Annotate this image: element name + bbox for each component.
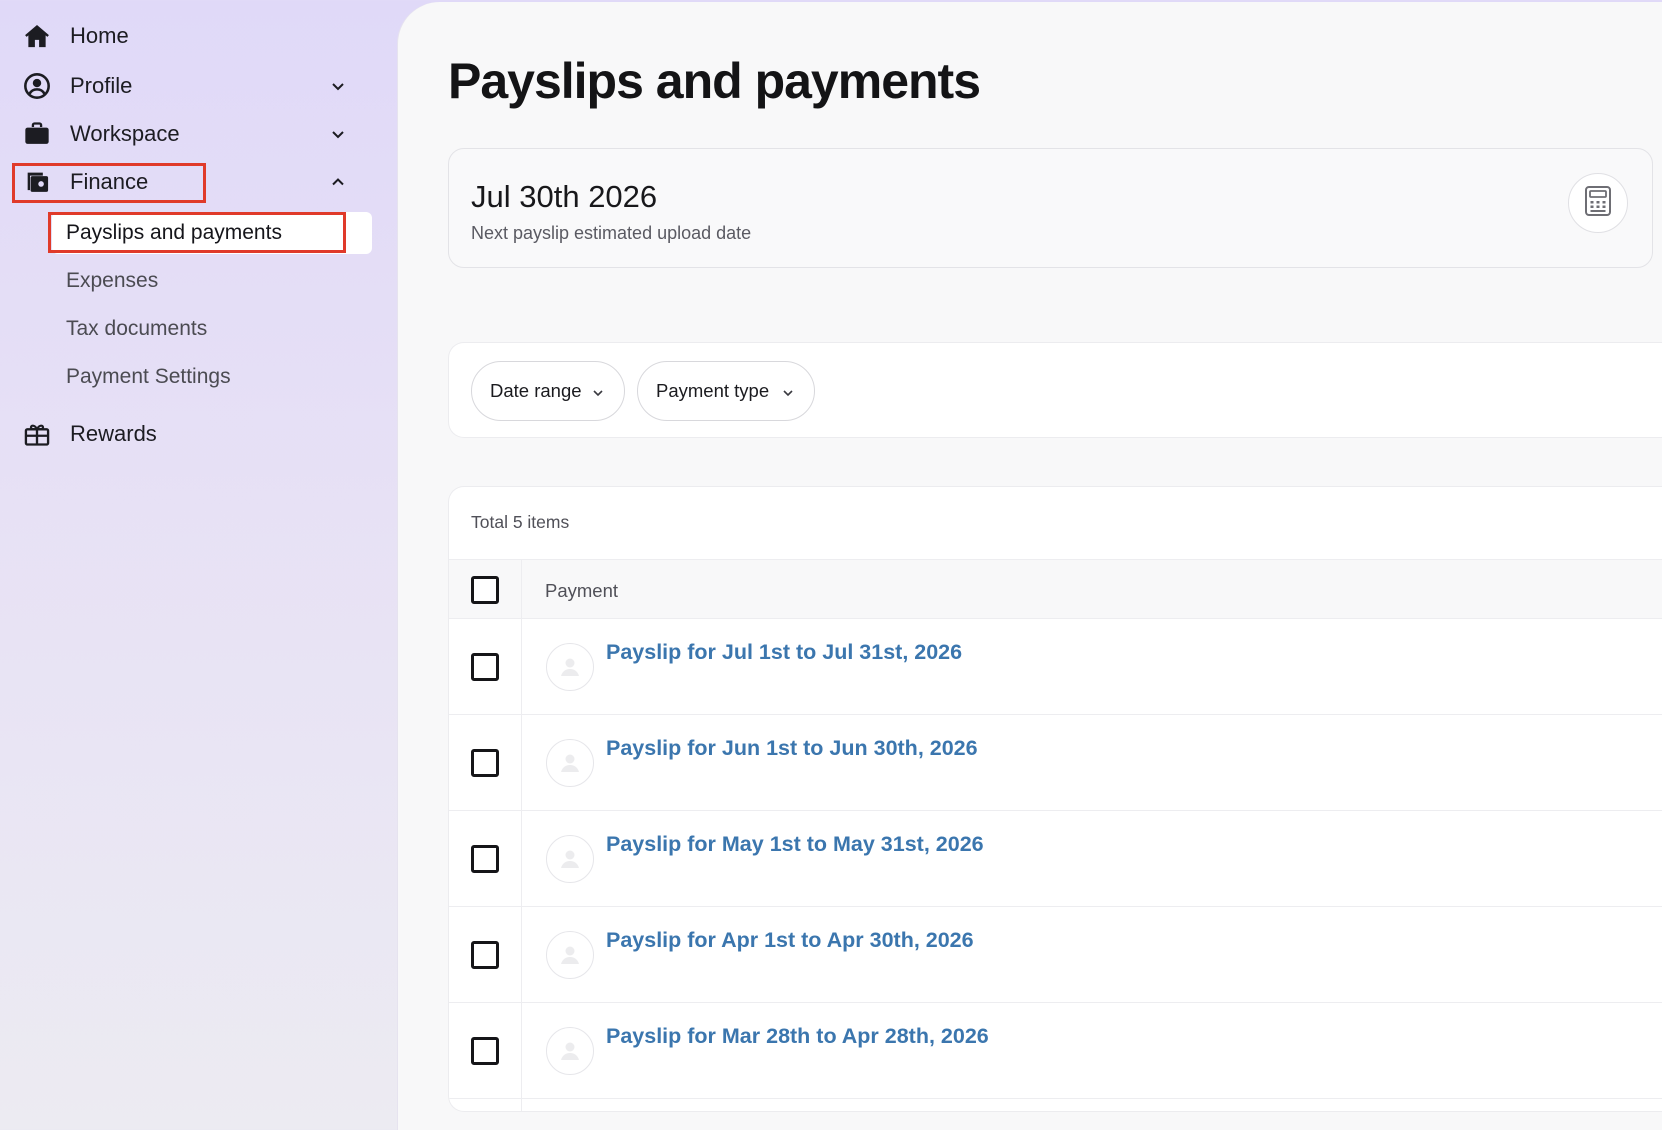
sidebar-item-label: Finance [70,169,149,194]
date-range-filter[interactable]: Date range [471,361,625,421]
chevron-down-icon [780,384,796,400]
chevron-down-icon[interactable] [328,76,348,96]
wallet-icon [22,167,52,197]
payslip-link[interactable]: Payslip for May 1st to May 31st, 2026 [606,832,984,857]
table-row: Payslip for Jul 1st to Jul 31st, 2026 [449,619,1662,715]
sidebar-item-rewards[interactable]: Rewards [22,414,362,454]
sidebar-item-label: Home [70,23,129,48]
calculator-icon [1583,185,1613,222]
next-payslip-card: Jul 30th 2026 Next payslip estimated upl… [448,148,1653,268]
sidebar-subitem-label: Tax documents [66,317,208,340]
sidebar-item-label: Workspace [70,121,180,146]
row-checkbox[interactable] [471,941,499,969]
avatar [546,1027,594,1075]
payments-table: Total 5 items Payment Payslip for Jul 1s… [448,486,1662,1112]
row-checkbox[interactable] [471,653,499,681]
user-circle-icon [22,71,52,101]
sidebar-subitem-payment-settings[interactable]: Payment Settings [52,356,372,398]
payment-type-filter[interactable]: Payment type [637,361,815,421]
table-header: Payment [449,559,1662,619]
sidebar-subitem-label: Payslips and payments [66,221,282,244]
table-row: Payslip for Apr 1st to Apr 30th, 2026 [449,907,1662,1003]
column-divider [521,559,522,1111]
sidebar-item-workspace[interactable]: Workspace [22,114,362,154]
row-checkbox[interactable] [471,845,499,873]
filter-bar: Date range Payment type [448,342,1662,438]
sidebar-item-home[interactable]: Home [22,16,362,56]
row-checkbox[interactable] [471,749,499,777]
calculator-button[interactable] [1568,173,1628,233]
sidebar-item-label: Profile [70,73,133,98]
chevron-up-icon[interactable] [328,172,348,192]
sidebar-subitem-label: Payment Settings [66,365,231,388]
next-payslip-caption: Next payslip estimated upload date [471,223,752,243]
sidebar-subitem-payslips[interactable]: Payslips and payments [52,212,372,254]
select-all-checkbox[interactable] [471,576,499,604]
table-row: Payslip for Jun 1st to Jun 30th, 2026 [449,715,1662,811]
table-row: Payslip for May 1st to May 31st, 2026 [449,811,1662,907]
gift-icon [22,419,52,449]
avatar [546,835,594,883]
page-title: Payslips and payments [448,53,981,109]
chevron-down-icon[interactable] [328,124,348,144]
filter-label: Date range [490,380,582,401]
payslip-link[interactable]: Payslip for Mar 28th to Apr 28th, 2026 [606,1024,989,1049]
main-panel: Payslips and payments Jul 30th 2026 Next… [398,2,1662,1130]
avatar [546,739,594,787]
sidebar-item-label: Rewards [70,421,157,446]
column-header-payment: Payment [545,580,619,601]
next-payslip-date: Jul 30th 2026 [471,179,658,214]
table-row: Payslip for Mar 28th to Apr 28th, 2026 [449,1003,1662,1099]
sidebar: Home Profile Workspace Finance Payslips … [0,0,398,1130]
avatar [546,931,594,979]
payslip-link[interactable]: Payslip for Apr 1st to Apr 30th, 2026 [606,928,974,953]
sidebar-subitem-tax-documents[interactable]: Tax documents [52,308,372,350]
sidebar-subitem-label: Expenses [66,269,159,292]
filter-label: Payment type [656,380,770,401]
sidebar-subitem-expenses[interactable]: Expenses [52,260,372,302]
payslip-link[interactable]: Payslip for Jun 1st to Jun 30th, 2026 [606,736,978,761]
avatar [546,643,594,691]
sidebar-item-finance[interactable]: Finance [22,162,362,202]
home-icon [22,21,52,51]
row-checkbox[interactable] [471,1037,499,1065]
sidebar-item-profile[interactable]: Profile [22,66,362,106]
chevron-down-icon [590,384,606,400]
briefcase-icon [22,119,52,149]
total-count: Total 5 items [471,512,570,532]
payslip-link[interactable]: Payslip for Jul 1st to Jul 31st, 2026 [606,640,962,665]
